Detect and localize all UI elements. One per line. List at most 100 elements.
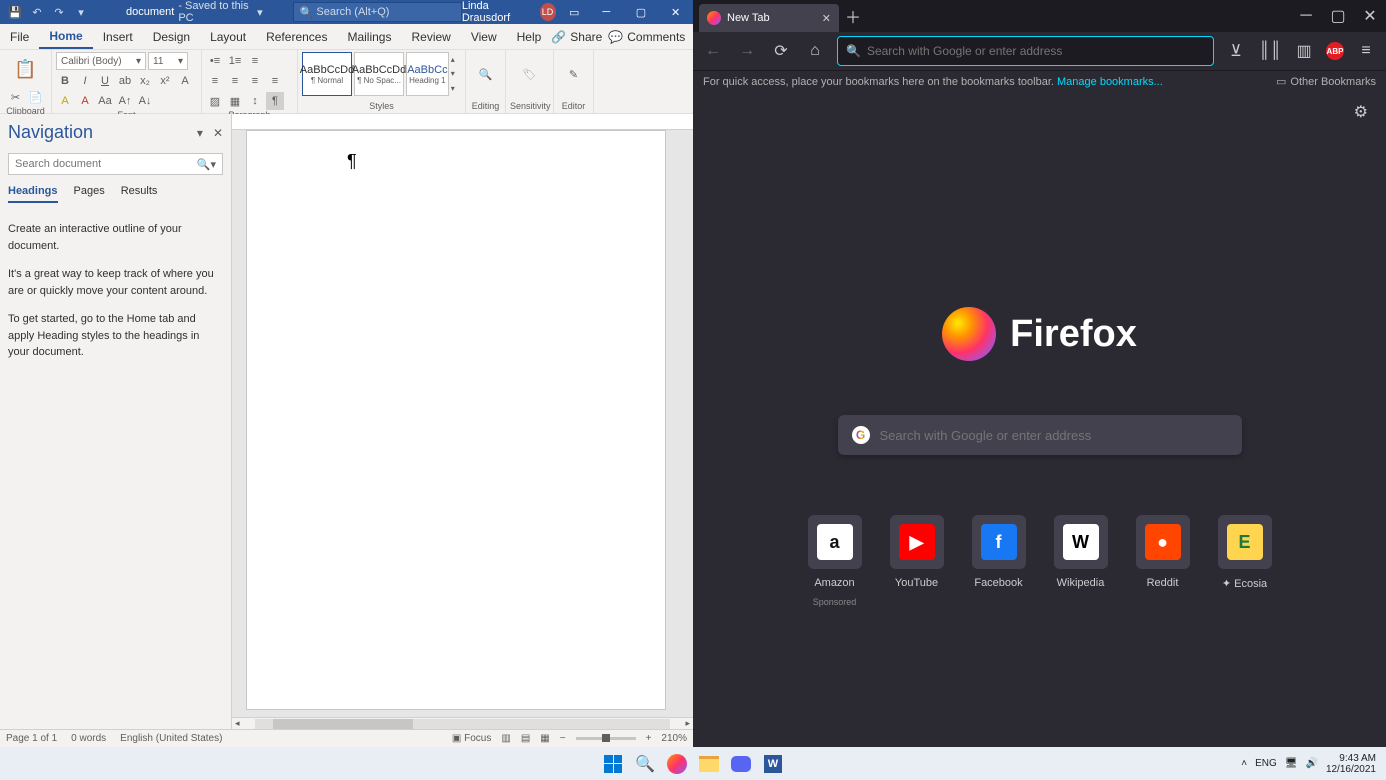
top-site-ecosia[interactable]: E✦ Ecosia <box>1218 515 1272 607</box>
align-center-button[interactable]: ≡ <box>226 72 244 90</box>
user-name[interactable]: Linda Drausdorf <box>462 0 532 24</box>
style-nospacing[interactable]: AaBbCcDd¶ No Spac... <box>354 52 404 96</box>
change-case-button[interactable]: Aa <box>96 92 114 110</box>
top-site-wikipedia[interactable]: WWikipedia <box>1054 515 1108 607</box>
abp-icon[interactable]: ABP <box>1326 42 1344 60</box>
scroll-thumb[interactable] <box>273 719 413 729</box>
top-site-youtube[interactable]: ▶YouTube <box>890 515 944 607</box>
subscript-button[interactable]: x₂ <box>136 72 154 90</box>
top-site-amazon[interactable]: aAmazonSponsored <box>808 515 862 607</box>
style-normal[interactable]: AaBbCcDd¶ Normal <box>302 52 352 96</box>
copy-icon[interactable]: 📄 <box>27 88 45 106</box>
bold-button[interactable]: B <box>56 72 74 90</box>
taskbar-firefox-icon[interactable] <box>664 751 690 777</box>
styles-up-icon[interactable]: ▴ <box>451 55 461 64</box>
horizontal-scrollbar[interactable]: ◂ ▸ <box>232 717 693 729</box>
styles-more-icon[interactable]: ▾ <box>451 84 461 93</box>
nav-search-icon[interactable]: 🔍▾ <box>197 158 216 171</box>
shrink-font-button[interactable]: A↓ <box>136 92 154 110</box>
paste-button[interactable]: 📋 <box>14 52 36 86</box>
share-button[interactable]: 🔗 Share <box>551 30 602 44</box>
tray-language[interactable]: ENG <box>1255 758 1277 769</box>
ff-minimize-button[interactable]: ─ <box>1290 0 1322 32</box>
grow-font-button[interactable]: A↑ <box>116 92 134 110</box>
bullets-button[interactable]: •≡ <box>206 52 224 70</box>
sort-button[interactable]: ↕ <box>246 92 264 110</box>
italic-button[interactable]: I <box>76 72 94 90</box>
tab-references[interactable]: References <box>256 24 337 49</box>
highlight-button[interactable]: A <box>56 92 74 110</box>
firefox-tab[interactable]: New Tab ✕ <box>699 4 839 32</box>
undo-icon[interactable]: ↶ <box>28 3 46 21</box>
tab-review[interactable]: Review <box>401 24 460 49</box>
title-dropdown-icon[interactable]: ▾ <box>257 6 263 19</box>
ff-maximize-button[interactable]: ▢ <box>1322 0 1354 32</box>
nav-search[interactable]: 🔍▾ <box>8 153 223 175</box>
minimize-button[interactable]: ─ <box>593 0 620 24</box>
tab-home[interactable]: Home <box>39 24 92 49</box>
status-language[interactable]: English (United States) <box>120 733 222 744</box>
scroll-right-icon[interactable]: ▸ <box>682 718 693 729</box>
align-right-button[interactable]: ≡ <box>246 72 264 90</box>
font-name-combo[interactable]: Calibri (Body)▾ <box>56 52 146 70</box>
focus-button[interactable]: ▣ Focus <box>452 733 491 744</box>
view-web-icon[interactable]: ▦ <box>540 733 549 744</box>
tab-mailings[interactable]: Mailings <box>337 24 401 49</box>
show-marks-button[interactable]: ¶ <box>266 92 284 110</box>
borders-button[interactable]: ▦ <box>226 92 244 110</box>
superscript-button[interactable]: x² <box>156 72 174 90</box>
start-button[interactable] <box>600 751 626 777</box>
align-left-button[interactable]: ≡ <box>206 72 224 90</box>
taskbar-word-icon[interactable]: W <box>760 751 786 777</box>
strike-button[interactable]: ab <box>116 72 134 90</box>
library-icon[interactable]: ║║ <box>1258 39 1282 63</box>
nav-search-input[interactable] <box>15 158 185 170</box>
tab-insert[interactable]: Insert <box>93 24 143 49</box>
scroll-left-icon[interactable]: ◂ <box>232 718 243 729</box>
newtab-search[interactable]: G <box>838 415 1242 455</box>
view-print-icon[interactable]: ▤ <box>521 733 530 744</box>
status-page[interactable]: Page 1 of 1 <box>6 733 57 744</box>
tray-network-icon[interactable]: 🖥 <box>1285 758 1298 769</box>
ribbon-display-icon[interactable]: ▭ <box>564 0 585 24</box>
maximize-button[interactable]: ▢ <box>628 0 655 24</box>
reload-button[interactable]: ⟳ <box>769 39 793 63</box>
horizontal-ruler[interactable] <box>232 114 693 130</box>
redo-icon[interactable]: ↷ <box>50 3 68 21</box>
tab-file[interactable]: File <box>0 24 39 49</box>
taskbar-search-icon[interactable]: 🔍 <box>632 751 658 777</box>
tray-volume-icon[interactable]: 🔊 <box>1305 758 1317 769</box>
view-read-icon[interactable]: ▥ <box>501 733 510 744</box>
cut-icon[interactable]: ✂ <box>7 88 25 106</box>
underline-button[interactable]: U <box>96 72 114 90</box>
status-words[interactable]: 0 words <box>71 733 106 744</box>
other-bookmarks-button[interactable]: ▭ Other Bookmarks <box>1276 75 1376 88</box>
newtab-search-input[interactable] <box>880 428 1228 443</box>
back-button[interactable]: ← <box>701 39 725 63</box>
tab-layout[interactable]: Layout <box>200 24 256 49</box>
user-avatar[interactable]: LD <box>540 3 556 21</box>
ff-close-button[interactable]: ✕ <box>1354 0 1386 32</box>
justify-button[interactable]: ≡ <box>266 72 284 90</box>
zoom-in-icon[interactable]: + <box>646 733 652 744</box>
nav-tab-headings[interactable]: Headings <box>8 185 58 203</box>
close-button[interactable]: ✕ <box>662 0 689 24</box>
save-icon[interactable]: 💾 <box>6 3 24 21</box>
address-bar[interactable]: 🔍 <box>837 36 1214 66</box>
numbering-button[interactable]: 1≡ <box>226 52 244 70</box>
taskbar-discord-icon[interactable] <box>728 751 754 777</box>
top-site-facebook[interactable]: fFacebook <box>972 515 1026 607</box>
tray-clock[interactable]: 9:43 AM 12/16/2021 <box>1326 753 1376 775</box>
nav-close-icon[interactable]: ✕ <box>213 126 223 140</box>
font-size-combo[interactable]: 11▾ <box>148 52 188 70</box>
styles-down-icon[interactable]: ▾ <box>451 69 461 78</box>
comments-button[interactable]: 💬 Comments <box>608 30 685 44</box>
zoom-slider[interactable] <box>576 737 636 740</box>
font-color-button[interactable]: A <box>76 92 94 110</box>
manage-bookmarks-link[interactable]: Manage bookmarks... <box>1057 76 1163 88</box>
url-input[interactable] <box>867 44 1205 58</box>
style-heading1[interactable]: AaBbCcHeading 1 <box>406 52 449 96</box>
editing-button[interactable]: 🔍 <box>470 52 501 96</box>
tab-view[interactable]: View <box>461 24 507 49</box>
pocket-icon[interactable]: ⊻ <box>1224 39 1248 63</box>
